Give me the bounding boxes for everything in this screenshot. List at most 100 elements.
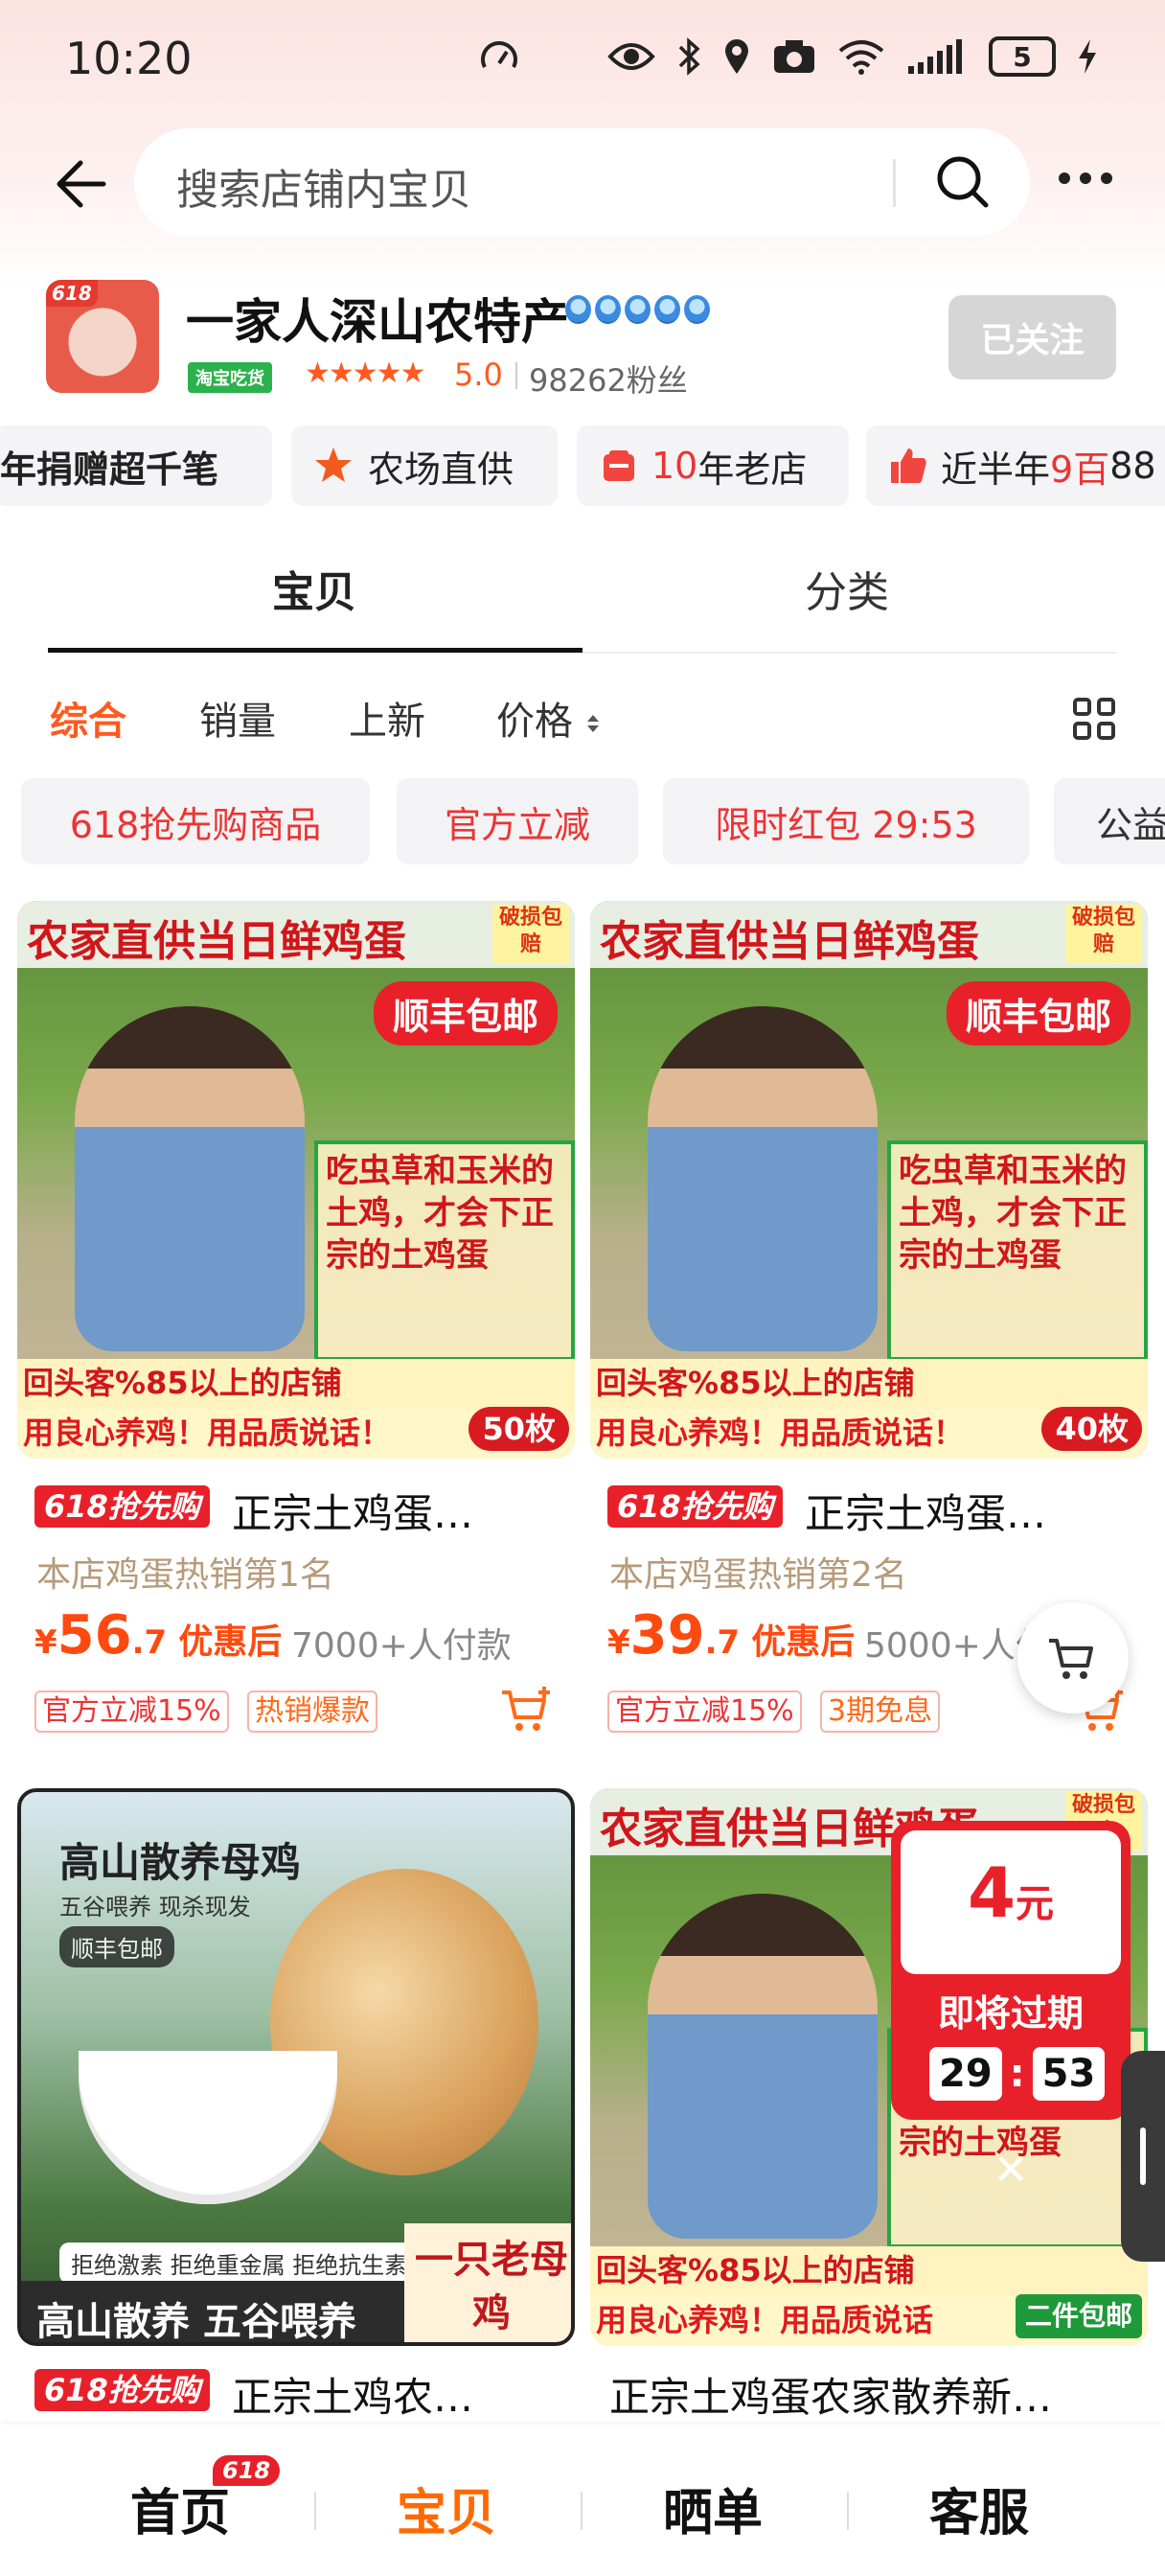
sort-comprehensive[interactable]: 综合 — [50, 690, 126, 746]
benefit-tag: 热销爆款 — [247, 1690, 377, 1733]
product-price: ¥39.7 优惠后 — [607, 1604, 855, 1667]
price-integer: 39 — [629, 1604, 705, 1667]
countdown-seconds: 53 — [1032, 2047, 1106, 2101]
filter-618-presale[interactable]: 618抢先购商品 — [21, 778, 370, 864]
image-slogan: 吃虫草和玉米的土鸡，才会下正宗的土鸡蛋 — [887, 1140, 1148, 1361]
shop-tag-suffix: 88 — [1109, 445, 1156, 487]
shop-rating-stars: ★★★★★ — [305, 356, 425, 390]
image-banner: 农家直供当日鲜鸡蛋 — [17, 901, 575, 968]
wifi-icon — [838, 40, 884, 75]
sort-price[interactable]: 价格 — [496, 690, 601, 746]
coupon-amount: 4元 — [901, 1830, 1121, 1966]
nav-products[interactable]: 宝贝 — [397, 2472, 496, 2544]
shop-tag-label: 年老店 — [697, 448, 808, 491]
image-title: 高山散养母鸡 — [59, 1839, 302, 1886]
coupon-value: 4 — [967, 1852, 1017, 1933]
shop-tag-age[interactable]: 10 年老店 — [577, 426, 849, 506]
product-title[interactable]: 正宗土鸡蛋… — [805, 1482, 1046, 1540]
filter-charity[interactable]: 公益 — [1054, 778, 1165, 864]
product-image[interactable]: 高山散养母鸡 五谷喂养 现杀现发 顺丰包邮 拒绝激素 拒绝重金属 拒绝抗生素 高… — [17, 1788, 575, 2346]
shop-logo[interactable]: 618 — [46, 280, 159, 393]
search-icon[interactable] — [934, 153, 992, 211]
shop-name[interactable]: 一家人深山农特产 — [186, 284, 569, 353]
add-to-cart-icon[interactable] — [500, 1685, 554, 1733]
tab-products[interactable]: 宝贝 — [272, 558, 356, 619]
shop-level-medals — [565, 295, 710, 324]
price-after-label: 优惠后 — [751, 1622, 856, 1662]
thumbs-up-icon — [891, 448, 926, 483]
bottom-navigation: 首页 618 宝贝 晒单 客服 — [0, 2425, 1165, 2576]
sort-sales[interactable]: 销量 — [199, 690, 276, 746]
product-image[interactable]: 农家直供当日鲜鸡蛋 破损包赔 顺丰包邮 吃虫草和玉米的土鸡，才会下正宗的土鸡蛋 … — [590, 901, 1148, 1459]
grid-view-icon[interactable] — [1073, 698, 1115, 740]
status-icons: 5 — [477, 34, 1098, 79]
coupon-amount-box: 4元 — [901, 1830, 1121, 1974]
filter-official-discount[interactable]: 官方立减 — [397, 778, 638, 864]
farmer-photo — [648, 1894, 878, 2239]
tab-categories[interactable]: 分类 — [805, 558, 889, 619]
nav-reviews[interactable]: 晒单 — [663, 2472, 763, 2544]
sort-arrows-icon — [586, 715, 599, 732]
image-strip-1: 回头客%85以上的店铺 — [590, 1359, 1148, 1409]
speed-icon — [481, 41, 517, 68]
follow-button[interactable]: 已关注 — [948, 295, 1116, 380]
back-arrow-icon[interactable] — [48, 153, 109, 215]
nav-divider — [314, 2492, 316, 2530]
product-title[interactable]: 正宗土鸡农… — [232, 2365, 473, 2424]
price-currency: ¥ — [34, 1623, 57, 1662]
side-drawer-handle[interactable] — [1121, 2051, 1165, 2262]
sort-price-label: 价格 — [496, 700, 573, 744]
image-bottom-banner: 高山散养 五谷喂养 — [21, 2281, 404, 2342]
search-input[interactable]: 搜索店铺内宝贝 — [176, 155, 471, 217]
countdown-minutes: 29 — [929, 2047, 1002, 2101]
search-bar[interactable]: 搜索店铺内宝贝 — [134, 128, 1030, 236]
shop-tag-label: 近半年 — [941, 448, 1051, 491]
product-sold-count: 7000+人付款 — [291, 1626, 512, 1666]
image-count-tag: 40枚 — [1041, 1407, 1142, 1451]
image-strip: 拒绝激素 拒绝重金属 拒绝抗生素 — [59, 2242, 420, 2284]
image-slogan: 吃虫草和玉米的土鸡，才会下正宗的土鸡蛋 — [314, 1140, 575, 1361]
floating-cart-button[interactable] — [1017, 1602, 1129, 1714]
price-after-label: 优惠后 — [178, 1622, 283, 1662]
price-currency: ¥ — [607, 1623, 630, 1662]
image-count-tag: 50枚 — [468, 1407, 569, 1451]
product-image[interactable]: 农家直供当日鲜鸡蛋 破损包赔 顺丰包邮 吃虫草和玉米的土鸡，才会下正宗的土鸡蛋 … — [17, 901, 575, 1459]
filter-red-packet[interactable]: 限时红包 29:53 — [663, 778, 1029, 864]
shop-tag-label: 年捐赠超千笔 — [0, 448, 219, 491]
farmer-photo — [648, 1006, 878, 1351]
camera-icon — [774, 40, 814, 73]
image-shipping-tag: 顺丰包邮 — [373, 981, 558, 1046]
bluetooth-icon — [678, 37, 700, 76]
product-title[interactable]: 正宗土鸡蛋… — [232, 1482, 473, 1540]
farmer-photo — [75, 1006, 305, 1351]
more-options-icon[interactable] — [1059, 172, 1112, 184]
benefit-tag: 官方立减15% — [34, 1690, 229, 1733]
sort-newest[interactable]: 上新 — [349, 690, 425, 746]
close-icon[interactable]: ✕ — [987, 2147, 1035, 2195]
shop-tag-farm[interactable]: 农场直供 — [291, 426, 558, 506]
product-rank: 本店鸡蛋热销第1名 — [36, 1555, 334, 1595]
nav-customer-service[interactable]: 客服 — [929, 2472, 1029, 2544]
shop-fans-count: 98262粉丝 — [515, 356, 688, 401]
soup-bowl-photo — [79, 2051, 337, 2204]
eye-icon — [607, 43, 655, 70]
shop-tag-praise[interactable]: 近半年 9百 88 — [866, 426, 1165, 506]
promo-618-tag: 618抢先购 — [34, 2369, 210, 2411]
expiring-coupon-popup[interactable]: 4元 即将过期 29 : 53 — [891, 1821, 1131, 2120]
charging-icon — [1079, 39, 1096, 74]
nav-divider — [581, 2492, 582, 2530]
price-integer: 56 — [57, 1604, 132, 1667]
image-banner: 农家直供当日鲜鸡蛋 — [590, 901, 1148, 968]
image-corner-tag: 破损包赔 — [1065, 905, 1142, 964]
battery-icon: 5 — [989, 36, 1056, 77]
promo-618-tag: 618抢先购 — [34, 1485, 210, 1528]
logo-618-tag: 618 — [46, 280, 98, 307]
image-shipping-tag: 顺丰包邮 — [946, 981, 1131, 1046]
shop-tag-donation[interactable]: 年捐赠超千笔 — [0, 426, 272, 506]
tab-active-indicator — [48, 648, 582, 653]
image-subtitle: 五谷喂养 现杀现发 — [59, 1894, 251, 1920]
product-title[interactable]: 正宗土鸡蛋农家散养新… — [609, 2365, 1052, 2424]
image-corner-tag: 破损包赔 — [492, 905, 569, 964]
image-strip-1: 回头客%85以上的店铺 — [17, 1359, 575, 1409]
cart-icon — [1049, 1639, 1093, 1679]
